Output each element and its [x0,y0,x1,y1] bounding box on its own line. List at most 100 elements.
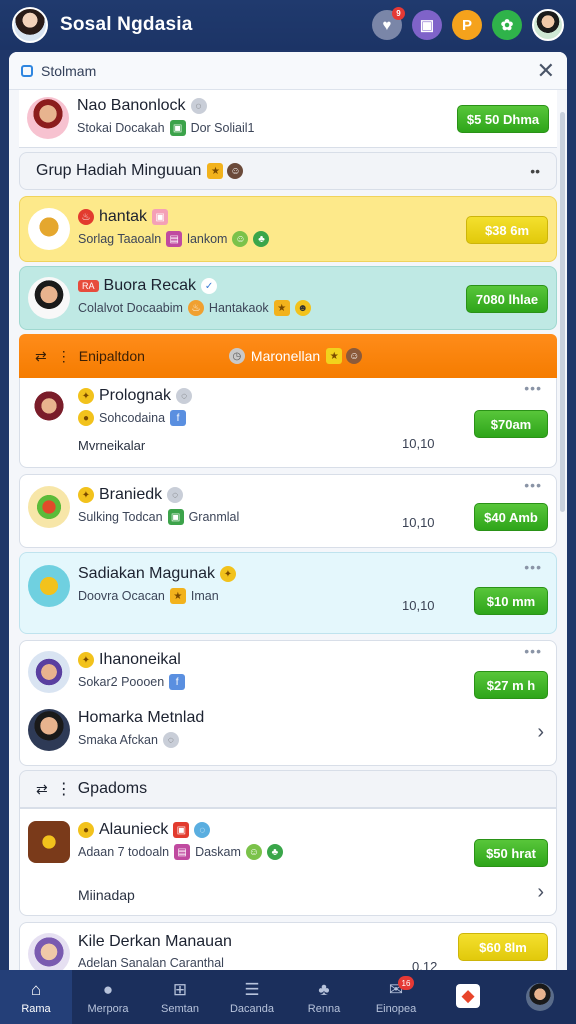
game-icon[interactable]: ▣ [412,10,442,40]
badge-icon: ◌ [176,388,193,404]
smile-icon: ☺ [232,231,249,247]
item-name: Kile Derkan Manauan [78,933,232,950]
more-icon[interactable]: •• [530,163,540,179]
friend-avatar[interactable] [532,9,564,41]
more-icon[interactable]: ••• [524,477,542,493]
group-header[interactable]: Grup Hadiah Minguuan ★ ☺ •• [19,152,557,190]
list-item[interactable]: Kile Derkan Manauan Adelan Sanalan Caran… [19,922,557,970]
avatar [28,933,70,970]
list-item[interactable]: Nao Banonlock ◌ Stokai Docakah ▣ Dor Soliai… [19,90,557,148]
star-icon: ✦ [78,388,94,404]
claim-button[interactable]: $27 m h [474,671,548,699]
notification-icon[interactable]: ♥ 9 [372,7,405,40]
trophy-icon: ★ [207,163,224,179]
avatar [28,387,70,429]
app-icon: ◆ [456,983,480,1008]
list-item[interactable]: RA Buora Recak ✓ Colalvot Docaabim ♨ Hantaka… [19,266,557,330]
trophy-icon: ★ [273,300,290,316]
item-name: Alaunieck [99,821,169,838]
claim-button[interactable]: 7080 lhlae [466,285,548,313]
list-icon: ☰ [244,979,260,999]
claim-button[interactable]: $50 hrat [474,839,548,867]
gift-icon: ⊞ [172,979,188,999]
avatar [28,486,70,528]
item-name: Ihanoneikal [99,651,181,668]
item-meta: Daskam [195,845,241,859]
item-name: Nao Banonlock [77,97,186,114]
notification-badge: 9 [392,7,405,20]
clock-icon: ◷ [228,348,245,364]
badge-icon: ◌ [162,732,179,748]
item-name: Prolognak [99,387,172,404]
list-item[interactable]: Sadiakan Magunak ✦ Doovra Ocacan ★ Iman 10,… [19,552,557,634]
nav-people[interactable]: ● Merpora [72,970,144,1024]
item-subtitle: Sulking Todcan [78,510,163,524]
nav-groups[interactable]: ♣ Renna [288,970,360,1024]
smile-icon: ☺ [245,844,262,860]
section-header[interactable]: ⇄ ⋮ Enipaltdon ◷ Maronellan ★ ☺ [19,334,557,378]
nav-label: Einopea [375,1002,417,1015]
more-icon[interactable]: ••• [524,643,542,659]
group-header[interactable]: ⇄ ⋮ Gpadoms [19,770,557,808]
panel-icon [21,64,33,77]
nav-app[interactable]: ◆ [432,970,504,1024]
badge-icon: ◌ [167,487,184,503]
more-icon[interactable]: ••• [524,559,542,575]
avatar [27,97,69,139]
more-icon[interactable]: ••• [524,380,542,396]
claim-button[interactable]: $40 Amb [474,503,548,531]
list-item[interactable]: ♨ hantak ▣ Sorlag Taaoaln ▤ lankom ☺ ♣ $38 6m [19,196,557,262]
profile-icon [526,983,554,1011]
item-name: Braniedk [99,486,163,503]
top-bar: Sosal Ngdasia ♥ 9 ▣ P ✿ [0,0,576,50]
rank-badge: RA [78,280,99,292]
nav-home[interactable]: ⌂ Rama [0,970,72,1024]
list-item[interactable]: ✦ Prolognak ◌ ● Sohcodaina f Mvrneikalar 10,… [19,378,557,468]
claim-button[interactable]: $5 50 Dhma [457,105,549,133]
item-subtitle: Colalvot Docaabim [78,301,183,315]
item-subtitle: Sohcodaina [99,411,166,425]
section-title: Enipaltdon [78,348,145,364]
item-subtitle: Sokar2 Poooen [78,675,165,689]
message-badge: 16 [398,976,414,990]
face-icon: ☺ [346,348,363,364]
trophy-icon: ★ [326,348,343,364]
claim-button[interactable]: $38 6m [466,216,548,244]
info-icon: ⋮ [55,781,72,798]
group-title: Gpadoms [77,780,148,797]
list-item[interactable]: ● Alaunieck ▣ ◌ Adaan 7 todoaln ▤ Daskam ☺ ♣ $5… [19,808,557,916]
item-time: 0,12 [412,959,438,970]
scrollbar[interactable] [560,112,565,512]
nav-list[interactable]: ☰ Dacanda [216,970,288,1024]
nav-messages[interactable]: ✉ 16 Einopea [360,970,432,1024]
plant-icon: ♣ [253,231,270,247]
nav-profile[interactable] [504,970,576,1024]
list-item[interactable]: ✦ Braniedk ◌ Sulking Todcan ▣ Granmlal 10,10… [19,474,557,548]
item-name: Sadiakan Magunak [78,565,215,582]
fire-icon: ♨ [187,300,204,316]
tag-icon: ▤ [166,231,183,247]
claim-button[interactable]: $60 8lm [458,933,548,961]
star-icon: ✦ [78,652,94,668]
claim-button[interactable]: $10 mm [474,587,548,615]
face-icon: ☺ [227,163,244,179]
chevron-right-icon[interactable]: › [537,721,544,744]
nav-gifts[interactable]: ⊞ Semtan [144,970,216,1024]
friends-panel: Stolmam ✕ Nao Banonlock ◌ Stokai Docakah ▣… [9,52,567,970]
share-icon[interactable]: ✿ [492,10,522,40]
info-icon: ⋮ [56,347,71,364]
gift-icon: ▣ [167,509,184,525]
chat-icon[interactable]: P [452,10,482,40]
item-subtitle: Doovra Ocacan [78,589,165,603]
item-meta: Hantakaok [208,301,269,315]
item-meta: lankom [187,232,228,246]
claim-button[interactable]: $70am [474,410,548,438]
user-avatar[interactable] [12,7,48,43]
item-subtitle: Smaka Afckan [78,733,158,747]
close-icon[interactable]: ✕ [537,59,555,82]
item-subtitle: Adelan Sanalan Caranthal [78,956,224,970]
chevron-right-icon[interactable]: › [537,881,544,904]
item-subtitle: Adaan 7 todoaln [78,845,170,859]
fire-icon: ♨ [78,209,94,225]
list-item[interactable]: ✦ Ihanoneikal Sokar2 Poooen f ••• $27 m h … [19,640,557,766]
